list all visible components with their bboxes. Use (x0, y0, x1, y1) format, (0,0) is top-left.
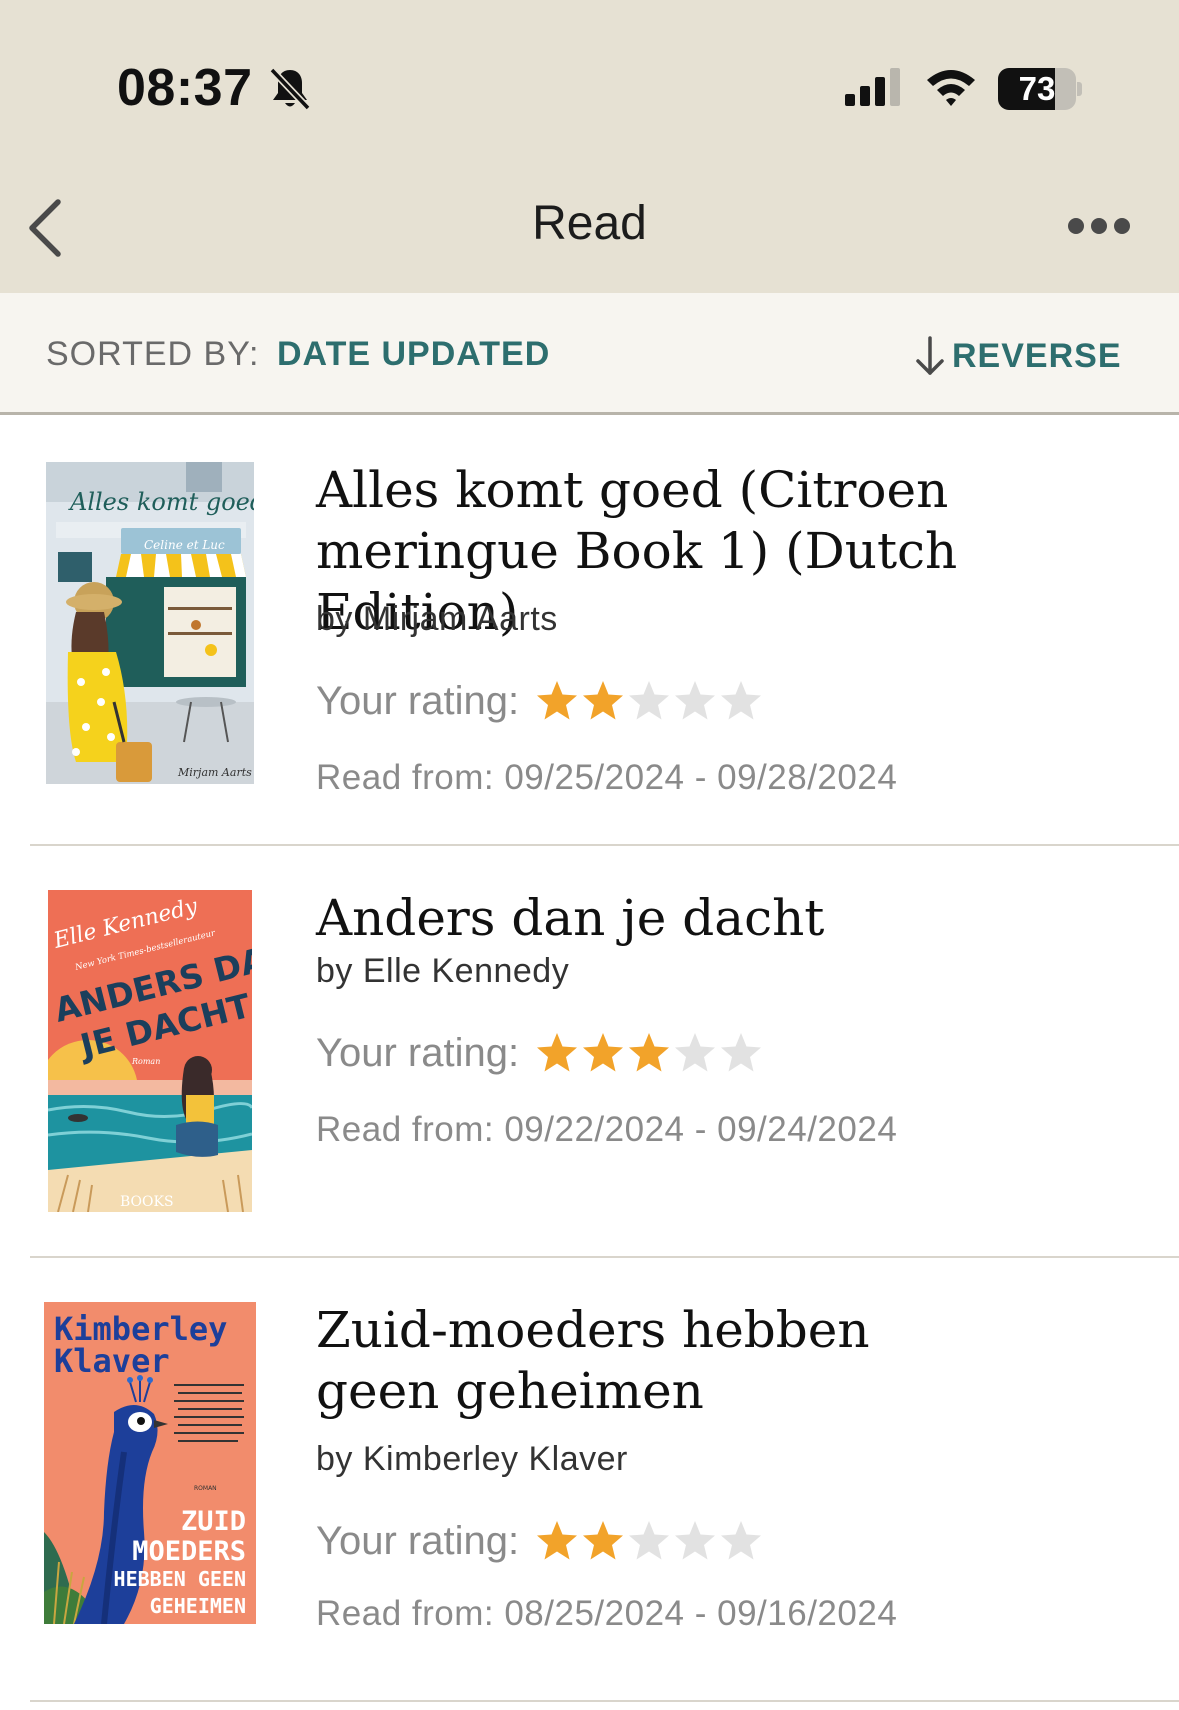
svg-text:MOEDERS: MOEDERS (132, 1536, 246, 1567)
svg-text:Alles komt goed: Alles komt goed (68, 488, 254, 516)
more-options-icon[interactable] (1066, 215, 1132, 237)
book-rating: Your rating: (316, 676, 765, 726)
star-empty-icon[interactable] (719, 1031, 763, 1075)
sort-bar: SORTED BY: DATE UPDATED REVERSE (0, 293, 1179, 415)
rating-stars[interactable] (535, 1031, 765, 1075)
book-author[interactable]: by Mirjam Aarts (316, 600, 558, 639)
top-bar: 08:37 73 Read (0, 0, 1179, 293)
svg-text:ZUID: ZUID (181, 1506, 246, 1537)
wifi-icon (927, 70, 975, 106)
svg-text:Klaver: Klaver (54, 1342, 170, 1380)
book-title[interactable]: Anders dan je dacht (316, 888, 1166, 949)
star-empty-icon[interactable] (719, 1519, 763, 1563)
bell-muted-icon (269, 67, 311, 111)
svg-text:BOOKS: BOOKS (120, 1194, 174, 1210)
rating-label: Your rating: (316, 678, 520, 723)
star-empty-icon[interactable] (673, 679, 717, 723)
book-author[interactable]: by Elle Kennedy (316, 952, 569, 991)
reverse-label: REVERSE (952, 336, 1122, 375)
star-filled-icon[interactable] (535, 1031, 579, 1075)
svg-text:Celine et Luc: Celine et Luc (144, 538, 225, 552)
rating-label: Your rating: (316, 1030, 520, 1075)
rating-stars[interactable] (535, 1519, 765, 1563)
svg-text:HEBBEN GEEN: HEBBEN GEEN (114, 1567, 246, 1591)
star-filled-icon[interactable] (627, 1031, 671, 1075)
cellular-signal-icon (845, 68, 900, 106)
book-rating: Your rating: (316, 1516, 765, 1566)
star-filled-icon[interactable] (535, 679, 579, 723)
rating-label: Your rating: (316, 1518, 520, 1563)
book-author[interactable]: by Kimberley Klaver (316, 1440, 628, 1479)
sort-by-button[interactable]: DATE UPDATED (277, 335, 550, 374)
battery-nub (1077, 82, 1082, 96)
read-dates: Read from: 09/22/2024 - 09/24/2024 (316, 1110, 898, 1149)
book-cover-image[interactable]: Alles komt goed Celine et Luc Mirjam Aar… (46, 462, 254, 784)
book-list-item[interactable]: Elle Kennedy New York Times-bestsellerau… (0, 846, 1179, 1258)
book-cover-image[interactable]: Elle Kennedy New York Times-bestsellerau… (48, 890, 252, 1212)
status-time: 08:37 (117, 59, 253, 117)
star-empty-icon[interactable] (673, 1031, 717, 1075)
battery-body: 73 (998, 68, 1076, 110)
rating-stars[interactable] (535, 679, 765, 723)
svg-text:GEHEIMEN: GEHEIMEN (150, 1594, 246, 1618)
svg-text:Mirjam Aarts: Mirjam Aarts (177, 766, 252, 779)
star-filled-icon[interactable] (535, 1519, 579, 1563)
svg-text:Roman: Roman (131, 1057, 160, 1066)
star-filled-icon[interactable] (581, 679, 625, 723)
star-empty-icon[interactable] (627, 679, 671, 723)
svg-text:ROMAN: ROMAN (194, 1485, 217, 1492)
star-empty-icon[interactable] (673, 1519, 717, 1563)
book-list-item[interactable]: Alles komt goed Celine et Luc Mirjam Aar… (0, 418, 1179, 846)
book-title[interactable]: Zuid-moeders hebben geen geheimen (316, 1300, 876, 1422)
row-divider (30, 1700, 1179, 1702)
star-filled-icon[interactable] (581, 1031, 625, 1075)
battery-indicator: 73 (998, 68, 1082, 110)
star-empty-icon[interactable] (627, 1519, 671, 1563)
arrow-down-icon (916, 336, 944, 375)
read-dates: Read from: 09/25/2024 - 09/28/2024 (316, 758, 898, 797)
page-title: Read (532, 197, 647, 250)
reverse-sort-button[interactable]: REVERSE (914, 331, 1122, 381)
sort-label: SORTED BY: (46, 335, 260, 373)
star-empty-icon[interactable] (719, 679, 763, 723)
star-filled-icon[interactable] (581, 1519, 625, 1563)
book-list-item[interactable]: Kimberley Klaver ROMAN ZUID MOEDERS HEBB… (0, 1258, 1179, 1708)
book-rating: Your rating: (316, 1028, 765, 1078)
battery-percent: 73 (1018, 70, 1056, 107)
book-cover-image[interactable]: Kimberley Klaver ROMAN ZUID MOEDERS HEBB… (44, 1302, 256, 1624)
read-dates: Read from: 08/25/2024 - 09/16/2024 (316, 1594, 898, 1633)
